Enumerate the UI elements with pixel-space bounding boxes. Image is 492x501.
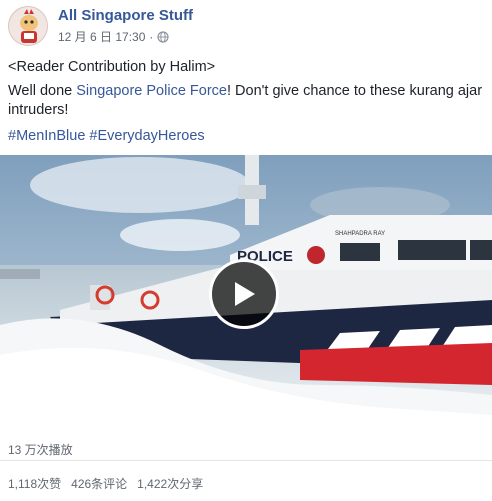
facebook-post: All Singapore Stuff 12 月 6 日 17:30 · <Re… (0, 0, 492, 501)
page-name-link[interactable]: All Singapore Stuff (58, 7, 193, 25)
shares-count[interactable]: 1,422次分享 (137, 475, 203, 492)
hashtags-link[interactable]: #MenInBlue #EverydayHeroes (8, 127, 484, 146)
post-text-pre: Well done (8, 83, 77, 99)
play-button[interactable] (209, 259, 279, 329)
play-icon (235, 282, 255, 306)
engagement-stats: 1,118次赞 426条评论 1,422次分享 (8, 475, 213, 492)
post-subline: 12 月 6 日 17:30 · (58, 28, 193, 45)
boat-name-label: SHAHPADRA RAY (335, 231, 385, 237)
globe-icon[interactable] (157, 30, 169, 43)
post-timestamp[interactable]: 12 月 6 日 17:30 (58, 28, 145, 45)
view-count: 13 万次播放 (8, 443, 73, 457)
merlion-mascot-icon (9, 7, 47, 45)
post-text-line1: <Reader Contribution by Halim> (8, 59, 216, 75)
post-text-line2: Well done Singapore Police Force! Don't … (8, 82, 484, 120)
page-avatar[interactable] (8, 6, 48, 46)
post-header: All Singapore Stuff 12 月 6 日 17:30 · (8, 4, 484, 48)
comments-count[interactable]: 426条评论 (71, 475, 127, 492)
post-meta: All Singapore Stuff 12 月 6 日 17:30 · (58, 7, 193, 45)
likes-count[interactable]: 1,118次赞 (8, 475, 61, 492)
singapore-police-force-link[interactable]: Singapore Police Force (76, 83, 227, 99)
divider (0, 460, 492, 461)
separator-dot: · (149, 29, 154, 44)
